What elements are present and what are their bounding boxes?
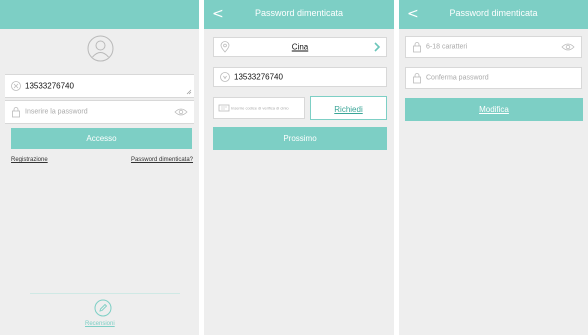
country-value: Cina — [291, 42, 309, 52]
forgot-password-link[interactable]: Password dimenticata? — [131, 157, 193, 163]
new-password-field[interactable]: 6-18 caratteri — [405, 36, 582, 58]
phone-field[interactable]: 13533276740 — [213, 67, 387, 87]
password-field[interactable]: Inserire la password — [5, 100, 194, 124]
eye-icon[interactable] — [174, 107, 188, 117]
confirm-password-field[interactable]: Conferma password — [405, 67, 582, 89]
eye-icon[interactable] — [561, 42, 575, 52]
login-header — [0, 0, 199, 29]
bottom-divider — [30, 293, 180, 294]
reset-header: < Password dimenticata — [399, 0, 588, 29]
phone-icon — [220, 72, 230, 82]
request-label: Richiedi — [334, 105, 363, 114]
modify-label: Modifica — [479, 105, 509, 114]
modify-button[interactable]: Modifica — [405, 98, 583, 121]
forgot-password-screen: < Password dimenticata Cina 13533276740 … — [204, 0, 394, 335]
next-button[interactable]: Prossimo — [213, 127, 387, 150]
new-password-placeholder: 6-18 caratteri — [426, 43, 468, 51]
lock-icon — [12, 107, 20, 118]
forgot-header: < Password dimenticata — [204, 0, 394, 29]
verification-code-field[interactable]: Inserire codice di verifica di cinio — [213, 97, 305, 119]
phone-value: 13533276740 — [25, 81, 74, 91]
clear-icon[interactable] — [9, 79, 23, 93]
message-icon — [218, 104, 230, 112]
phone-value: 13533276740 — [234, 72, 283, 82]
code-placeholder: Inserire codice di verifica di cinio — [231, 105, 289, 111]
pencil-icon[interactable] — [94, 299, 112, 317]
next-label: Prossimo — [283, 134, 317, 143]
password-placeholder: Inserire la password — [25, 108, 88, 116]
user-avatar-icon — [87, 35, 114, 62]
login-button[interactable]: Accesso — [11, 128, 192, 149]
reset-password-screen: < Password dimenticata 6-18 caratteri Co… — [399, 0, 588, 335]
reset-title: Password dimenticata — [449, 8, 538, 18]
reviews-link[interactable]: Recensioni — [85, 321, 115, 327]
chevron-right-icon — [374, 42, 381, 52]
register-link[interactable]: Registrazione — [11, 157, 48, 163]
login-label: Accesso — [86, 134, 117, 143]
login-screen: 13533276740 Inserire la password Accesso… — [0, 0, 199, 335]
phone-field[interactable]: 13533276740 — [5, 74, 194, 98]
request-code-button[interactable]: Richiedi — [310, 96, 387, 120]
lock-icon — [413, 73, 421, 84]
country-selector[interactable]: Cina — [213, 37, 387, 57]
resize-handle-icon — [186, 89, 192, 95]
confirm-password-placeholder: Conferma password — [426, 74, 489, 82]
forgot-title: Password dimenticata — [254, 8, 344, 18]
lock-icon — [413, 42, 421, 53]
